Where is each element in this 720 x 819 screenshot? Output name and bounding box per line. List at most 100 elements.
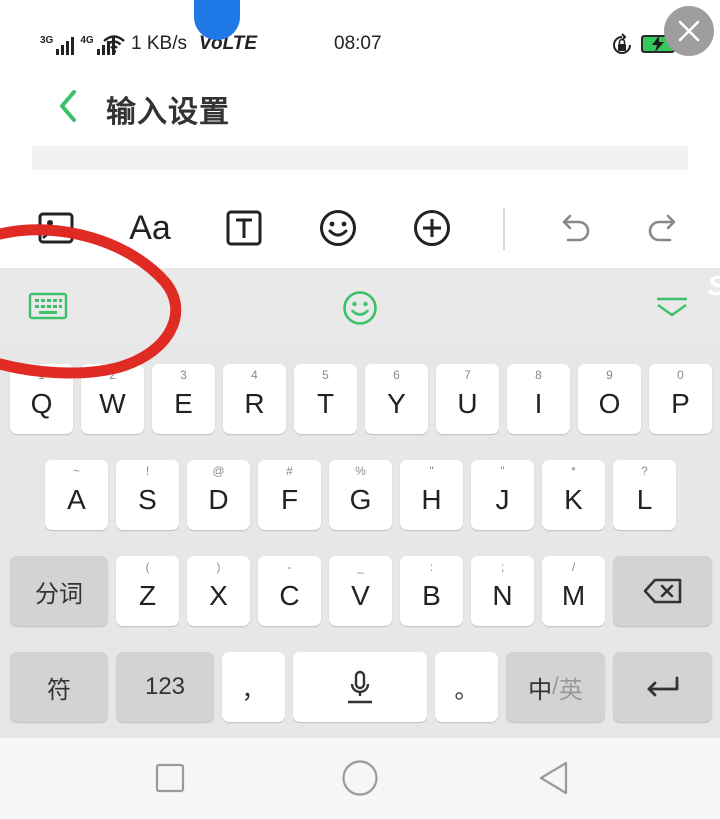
key-m[interactable]: / M — [542, 556, 605, 626]
back-icon — [539, 761, 568, 795]
editor-toolbar: Aa — [0, 188, 720, 268]
comma-key[interactable]: ， — [222, 652, 285, 722]
key-label: Z — [138, 580, 157, 611]
key-f[interactable]: # F — [258, 460, 321, 530]
backspace-key[interactable] — [613, 556, 712, 626]
symbols-key-label: 符 — [47, 676, 71, 704]
key-hint: _ — [357, 560, 364, 574]
key-hint: - — [287, 560, 292, 574]
key-q[interactable]: 1Q — [10, 364, 73, 434]
key-label: F — [280, 484, 299, 515]
network-type-1: 3G — [40, 35, 54, 46]
period-key[interactable]: 。 — [435, 652, 498, 722]
key-b[interactable]: :B — [400, 556, 463, 626]
text-input-area[interactable] — [32, 146, 688, 170]
key-label: L — [636, 484, 653, 515]
key-hint: " — [429, 464, 434, 478]
key-p[interactable]: 0P — [649, 364, 712, 434]
back-button[interactable] — [534, 758, 574, 798]
comma-key-label: ， — [241, 676, 266, 704]
key-a[interactable]: ~ A — [45, 460, 108, 530]
key-o[interactable]: 9O — [578, 364, 641, 434]
key-hint: 3 — [180, 368, 187, 382]
key-hint: ? — [641, 464, 648, 478]
key-label: T — [316, 388, 335, 419]
system-nav-bar — [0, 738, 720, 819]
redo-button[interactable] — [640, 204, 688, 252]
key-label: X — [209, 580, 228, 611]
key-n[interactable]: ; N — [471, 556, 534, 626]
key-z[interactable]: (Z — [116, 556, 179, 626]
recent-apps-button[interactable] — [150, 758, 190, 798]
key-label: Q — [30, 388, 53, 419]
key-label: D — [208, 484, 229, 515]
font-size-button[interactable]: Aa — [126, 204, 174, 252]
key-label: I — [534, 388, 543, 419]
language-switch-key[interactable]: 中 / 英 — [506, 652, 605, 722]
space-voice-key[interactable] — [293, 652, 427, 722]
key-r[interactable]: 4R — [223, 364, 286, 434]
key-label: U — [457, 388, 478, 419]
key-label: P — [671, 388, 690, 419]
signal-bars-1-icon — [56, 37, 75, 55]
keyboard-icon — [28, 292, 68, 320]
key-label: G — [349, 484, 372, 515]
key-label: R — [244, 388, 265, 419]
lang-zh-label: 中 — [528, 676, 553, 704]
key-i[interactable]: 8I — [507, 364, 570, 434]
keyboard-emoji-button[interactable] — [338, 286, 382, 330]
key-hint: 7 — [464, 368, 471, 382]
key-k[interactable]: * K — [542, 460, 605, 530]
key-hint: ) — [216, 560, 221, 574]
numbers-key[interactable]: 123 — [116, 652, 214, 722]
key-v[interactable]: _ V — [329, 556, 392, 626]
emoji-icon — [320, 210, 356, 246]
key-label: S — [138, 484, 157, 515]
symbols-key[interactable]: 符 — [10, 652, 108, 722]
undo-button[interactable] — [550, 204, 598, 252]
keyboard-topbar: S — [0, 268, 720, 346]
key-hint: 1 — [38, 368, 45, 382]
key-s[interactable]: ! S — [116, 460, 179, 530]
home-icon — [342, 760, 378, 796]
redo-icon — [648, 214, 676, 242]
add-button[interactable] — [408, 204, 456, 252]
key-label: Y — [387, 388, 406, 419]
key-e[interactable]: 3E — [152, 364, 215, 434]
home-button[interactable] — [340, 758, 380, 798]
close-overlay-button[interactable] — [664, 6, 714, 56]
key-l[interactable]: ? L — [613, 460, 676, 530]
key-d[interactable]: @ D — [187, 460, 250, 530]
back-arrow-icon[interactable] — [52, 86, 86, 126]
text-box-button[interactable] — [220, 204, 268, 252]
soft-keyboard: 1Q 2W 3E 4R 5T 6Y 7U 8I 9O 0P ~ A ! S @ D #… — [0, 346, 720, 738]
font-size-icon: Aa — [129, 208, 171, 247]
key-label: K — [564, 484, 583, 515]
key-u[interactable]: 7U — [436, 364, 499, 434]
segment-key-label: 分词 — [35, 580, 83, 608]
key-hint: " — [500, 464, 505, 478]
emoji-smile-icon — [343, 291, 377, 325]
key-label: V — [351, 580, 370, 611]
key-h[interactable]: " H — [400, 460, 463, 530]
segment-key[interactable]: 分词 — [10, 556, 108, 626]
microphone-icon — [348, 670, 372, 704]
network-speed: 1 KB/s — [131, 33, 187, 54]
collapse-chevron-icon — [657, 297, 687, 317]
key-y[interactable]: 6Y — [365, 364, 428, 434]
emoji-button[interactable] — [314, 204, 362, 252]
key-label: J — [495, 484, 510, 515]
key-t[interactable]: 5T — [294, 364, 357, 434]
key-w[interactable]: 2W — [81, 364, 144, 434]
insert-image-button[interactable] — [32, 204, 80, 252]
keyboard-switch-button[interactable] — [26, 288, 70, 324]
key-j[interactable]: " J — [471, 460, 534, 530]
key-x[interactable]: ) X — [187, 556, 250, 626]
key-label: B — [422, 580, 441, 611]
rotation-lock-icon — [613, 33, 631, 54]
enter-key[interactable] — [613, 652, 712, 722]
key-hint: 8 — [535, 368, 542, 382]
key-c[interactable]: -C — [258, 556, 321, 626]
collapse-keyboard-button[interactable] — [652, 292, 692, 322]
key-g[interactable]: % G — [329, 460, 392, 530]
